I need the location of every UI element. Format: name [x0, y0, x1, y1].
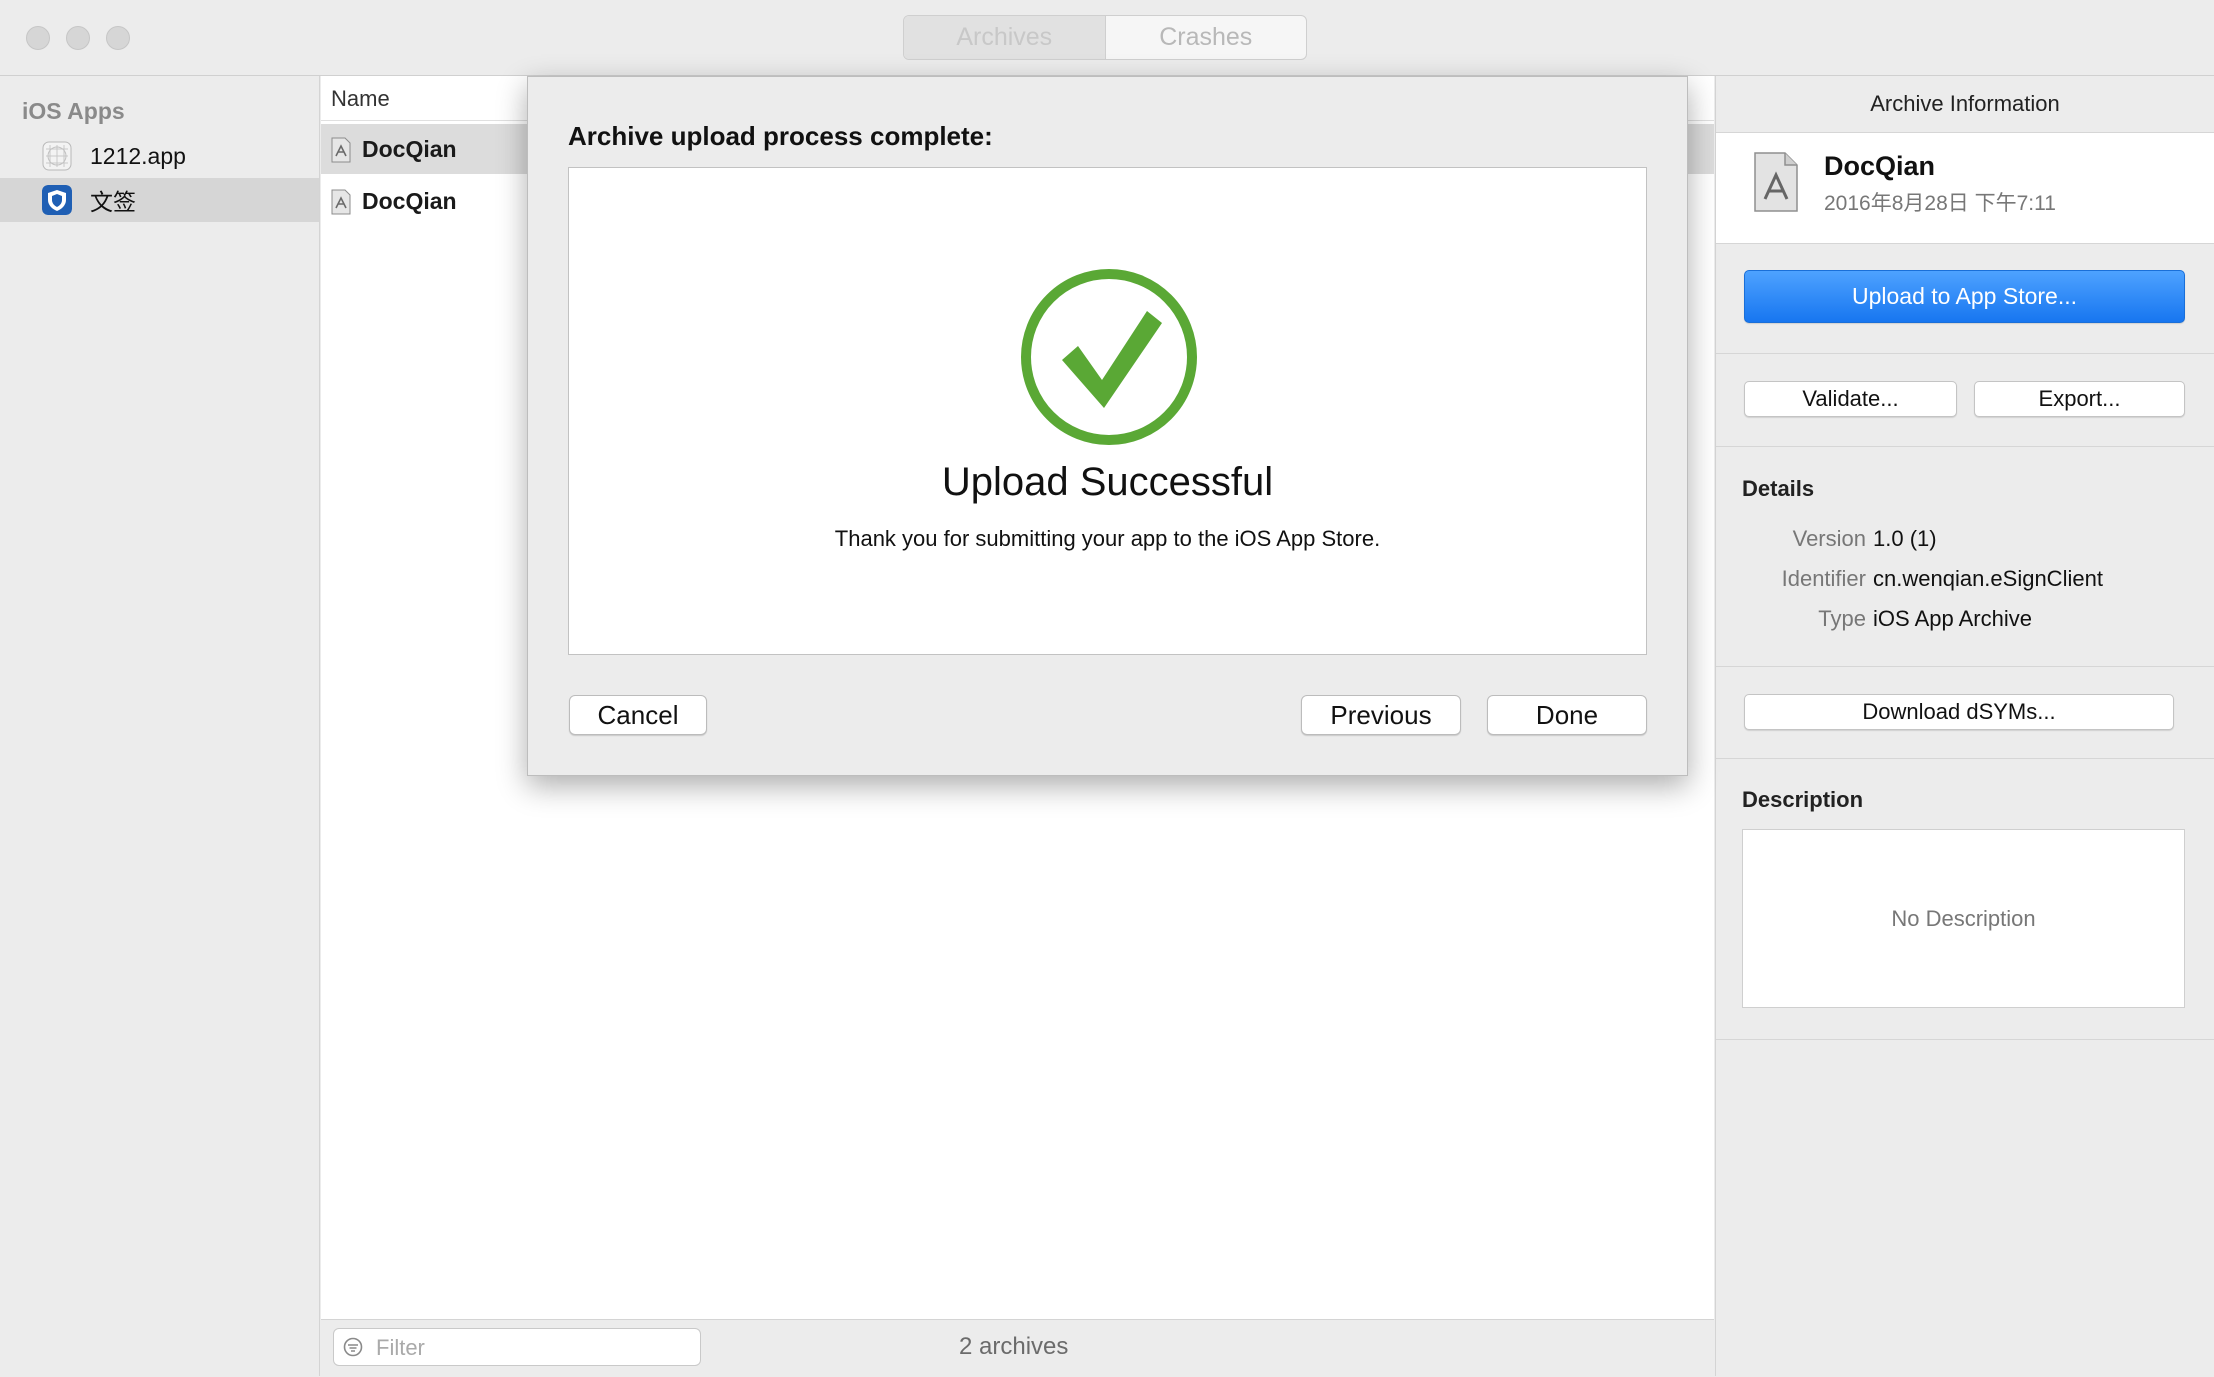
filter-field[interactable] [333, 1328, 701, 1366]
version-label: Version [1792, 526, 1866, 551]
archive-summary: DocQian 2016年8月28日 下午7:11 [1716, 133, 2214, 244]
type-value: iOS App Archive [1873, 606, 2032, 631]
download-dsyms-button[interactable]: Download dSYMs... [1744, 694, 2174, 730]
archive-icon [331, 189, 351, 215]
divider [1716, 666, 2214, 667]
column-header-name[interactable]: Name [331, 86, 390, 112]
identifier-label: Identifier [1781, 566, 1866, 591]
divider [1716, 758, 2214, 759]
description-box[interactable]: No Description [1742, 829, 2185, 1008]
filter-icon [343, 1337, 363, 1357]
zoom-window-button[interactable] [106, 26, 130, 50]
sidebar-item-label: 1212.app [90, 142, 186, 169]
done-button[interactable]: Done [1487, 695, 1647, 735]
sheet-content: Upload Successful Thank you for submitti… [568, 167, 1647, 655]
archive-name: DocQian [362, 188, 457, 214]
sidebar: iOS Apps 1212.app 文签 [0, 76, 320, 1376]
upload-success-heading: Upload Successful [941, 460, 1274, 504]
archive-icon [331, 137, 351, 163]
filter-input[interactable] [374, 1333, 688, 1363]
cancel-button[interactable]: Cancel [569, 695, 707, 735]
segmented-control: Archives Crashes [903, 15, 1307, 60]
tab-archives[interactable]: Archives [904, 16, 1106, 59]
divider [1716, 446, 2214, 447]
upload-to-app-store-button[interactable]: Upload to App Store... [1744, 270, 2185, 323]
xcode-organizer-window: Archives Crashes iOS Apps 1212.app 文签 Na [0, 0, 2214, 1377]
sheet-title: Archive upload process complete: [568, 121, 993, 151]
upload-success-message: Thank you for submitting your app to the… [834, 526, 1381, 551]
app-grid-icon [42, 141, 72, 171]
inspector-title: Archive Information [1716, 76, 2214, 133]
upload-complete-sheet: Archive upload process complete: Upload … [527, 76, 1688, 776]
archive-name: DocQian [362, 136, 457, 162]
archive-document-icon [1754, 152, 1798, 212]
validate-button[interactable]: Validate... [1744, 381, 1957, 417]
wenqian-app-icon [42, 185, 72, 215]
sidebar-header: iOS Apps [22, 98, 125, 124]
previous-button[interactable]: Previous [1301, 695, 1461, 735]
identifier-value: cn.wenqian.eSignClient [1873, 566, 2103, 591]
description-heading: Description [1742, 787, 1864, 812]
export-button[interactable]: Export... [1974, 381, 2185, 417]
details-heading: Details [1742, 476, 1815, 501]
archive-date: 2016年8月28日 下午7:11 [1824, 192, 2056, 215]
divider [1716, 1039, 2214, 1040]
success-checkmark-icon [1021, 269, 1197, 445]
sidebar-item-1212-app[interactable]: 1212.app [0, 134, 319, 178]
sidebar-item-label: 文签 [90, 189, 136, 215]
sidebar-item-wenqian[interactable]: 文签 [0, 178, 319, 222]
archive-name: DocQian [1824, 151, 1936, 181]
close-window-button[interactable] [26, 26, 50, 50]
version-value: 1.0 (1) [1873, 526, 1937, 551]
description-text: No Description [1891, 905, 2036, 931]
divider [1716, 353, 2214, 354]
tab-crashes[interactable]: Crashes [1106, 16, 1307, 59]
type-label: Type [1818, 606, 1866, 631]
archive-count: 2 archives [959, 1333, 1069, 1360]
minimize-window-button[interactable] [66, 26, 90, 50]
title-bar: Archives Crashes [0, 0, 2214, 76]
list-footer: 2 archives [321, 1319, 1714, 1377]
archive-inspector: Archive Information DocQian 2016年8月28日 下… [1715, 76, 2214, 1376]
